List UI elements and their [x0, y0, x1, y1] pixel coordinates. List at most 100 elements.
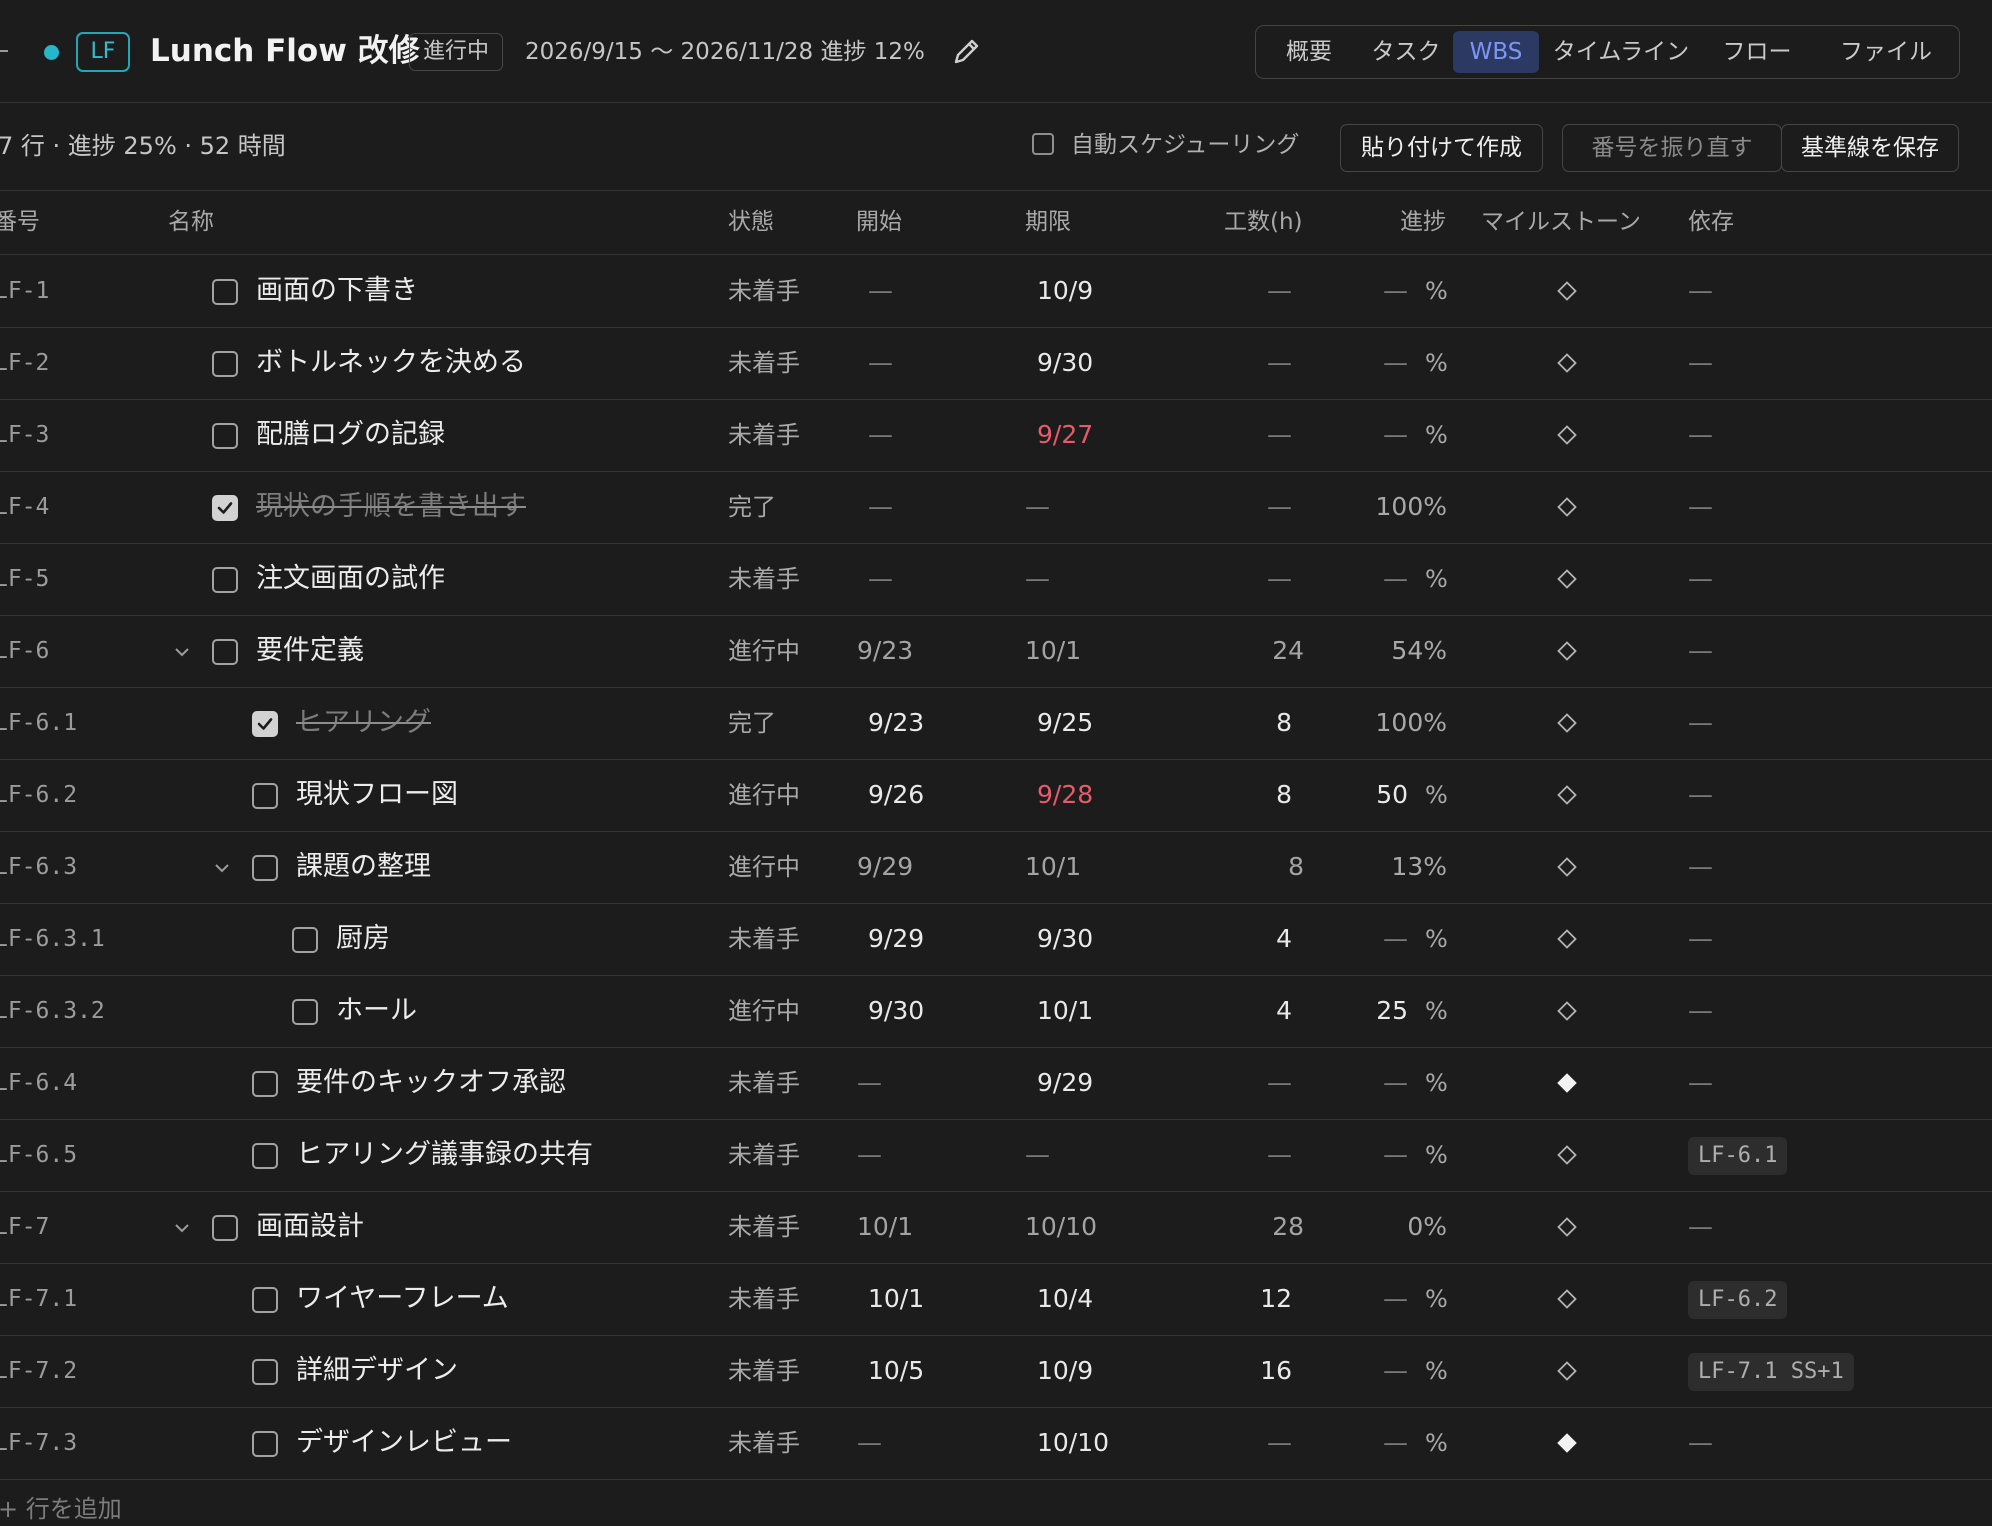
task-start[interactable]: 10/1 [857, 1191, 913, 1263]
task-progress[interactable]: 100% [1350, 687, 1447, 759]
task-deps[interactable]: — [1688, 327, 1713, 399]
task-name[interactable]: 画面設計 [256, 1191, 364, 1263]
milestone-diamond-icon[interactable] [1557, 569, 1577, 589]
milestone-diamond-icon[interactable] [1557, 1433, 1577, 1453]
table-row[interactable]: LF-6 要件定義 進行中 9/23 10/1 24 54% — [0, 615, 1992, 688]
tab-files[interactable]: ファイル [1816, 31, 1956, 73]
task-start[interactable]: — [868, 471, 893, 543]
col-deps[interactable]: 依存 [1688, 190, 1734, 254]
task-status[interactable]: 未着手 [728, 1191, 800, 1263]
task-due[interactable]: — [1025, 543, 1050, 615]
task-due[interactable]: 9/30 [1037, 903, 1093, 975]
task-progress[interactable]: — [1350, 903, 1408, 975]
dependency-chip[interactable]: LF-6.2 [1688, 1281, 1788, 1319]
task-start[interactable]: — [868, 255, 893, 327]
tab-timeline[interactable]: タイムライン [1546, 31, 1696, 73]
task-effort[interactable]: 8 [1244, 831, 1304, 903]
task-status[interactable]: 進行中 [728, 975, 800, 1047]
table-row[interactable]: LF-6.1 ヒアリング 完了 9/23 9/25 8 100% — [0, 687, 1992, 760]
add-row-button[interactable]: + 行を追加 [0, 1492, 122, 1526]
task-progress[interactable]: — [1350, 1335, 1408, 1407]
milestone-diamond-icon[interactable] [1557, 1289, 1577, 1309]
task-progress[interactable]: 54% [1350, 615, 1447, 687]
tab-overview[interactable]: 概要 [1264, 31, 1354, 73]
milestone-diamond-icon[interactable] [1557, 641, 1577, 661]
task-due[interactable]: 9/30 [1037, 327, 1093, 399]
milestone-diamond-icon[interactable] [1557, 281, 1577, 301]
col-status[interactable]: 状態 [728, 190, 774, 254]
col-effort[interactable]: 工数(h) [1224, 190, 1303, 254]
task-status[interactable]: 完了 [728, 687, 776, 759]
task-deps[interactable]: — [1688, 1407, 1713, 1479]
task-status[interactable]: 未着手 [728, 1407, 800, 1479]
task-name[interactable]: ワイヤーフレーム [296, 1263, 509, 1335]
task-checkbox[interactable] [252, 1071, 278, 1097]
task-name[interactable]: 厨房 [336, 903, 390, 975]
col-milestone[interactable]: マイルストーン [1481, 190, 1641, 254]
task-checkbox[interactable] [212, 423, 238, 449]
task-name[interactable]: 課題の整理 [296, 831, 431, 903]
task-due[interactable]: 10/1 [1025, 831, 1081, 903]
task-status[interactable]: 未着手 [728, 1335, 800, 1407]
table-row[interactable]: LF-7.2 詳細デザイン 未着手 10/5 10/9 16 —% LF-7.1 SS+1 [0, 1335, 1992, 1408]
table-row[interactable]: LF-3 配膳ログの記録 未着手 — 9/27 — —% — [0, 399, 1992, 472]
task-name[interactable]: ボトルネックを決める [256, 327, 526, 399]
task-deps[interactable]: — [1688, 543, 1713, 615]
table-row[interactable]: LF-1 画面の下書き 未着手 — 10/9 — —% — [0, 255, 1992, 328]
task-deps[interactable]: — [1688, 1047, 1713, 1119]
project-status-pill[interactable]: 進行中 [409, 33, 504, 71]
task-checkbox[interactable] [212, 639, 238, 665]
task-progress[interactable]: 25 [1350, 975, 1408, 1047]
chevron-down-icon[interactable] [212, 855, 232, 879]
task-effort[interactable]: — [1232, 1119, 1292, 1191]
milestone-diamond-icon[interactable] [1557, 1361, 1577, 1381]
milestone-diamond-icon[interactable] [1557, 713, 1577, 733]
task-name[interactable]: 配膳ログの記録 [256, 399, 445, 471]
task-status[interactable]: 未着手 [728, 1119, 800, 1191]
table-row[interactable]: LF-5 注文画面の試作 未着手 — — — —% — [0, 543, 1992, 616]
task-status[interactable]: 未着手 [728, 327, 800, 399]
table-row[interactable]: LF-6.2 現状フロー図 進行中 9/26 9/28 8 50% — [0, 759, 1992, 832]
task-status[interactable]: 進行中 [728, 759, 800, 831]
task-progress[interactable]: — [1350, 1407, 1408, 1479]
task-progress[interactable]: — [1350, 255, 1408, 327]
tab-tasks[interactable]: タスク [1357, 31, 1455, 73]
task-name[interactable]: ヒアリング議事録の共有 [296, 1119, 593, 1191]
task-status[interactable]: 進行中 [728, 831, 800, 903]
task-effort[interactable]: 4 [1232, 975, 1292, 1047]
auto-schedule-checkbox[interactable] [1032, 133, 1054, 155]
task-effort[interactable]: — [1232, 327, 1292, 399]
task-progress[interactable]: — [1350, 1047, 1408, 1119]
auto-schedule-label[interactable]: 自動スケジューリング [1071, 128, 1299, 162]
task-start[interactable]: 9/23 [868, 687, 924, 759]
task-name[interactable]: 要件定義 [256, 615, 364, 687]
task-deps[interactable]: — [1688, 975, 1713, 1047]
task-progress[interactable]: 13% [1350, 831, 1447, 903]
dependency-chip[interactable]: LF-6.1 [1688, 1137, 1788, 1175]
task-checkbox[interactable] [252, 711, 278, 737]
task-name[interactable]: 詳細デザイン [296, 1335, 458, 1407]
milestone-diamond-icon[interactable] [1557, 497, 1577, 517]
task-effort[interactable]: 12 [1232, 1263, 1292, 1335]
table-row[interactable]: LF-6.3.2 ホール 進行中 9/30 10/1 4 25% — [0, 975, 1992, 1048]
task-progress[interactable]: — [1350, 327, 1408, 399]
table-row[interactable]: LF-7 画面設計 未着手 10/1 10/10 28 0% — [0, 1191, 1992, 1264]
milestone-diamond-icon[interactable] [1557, 1073, 1577, 1093]
col-progress[interactable]: 進捗 [1400, 190, 1446, 254]
task-due[interactable]: 10/9 [1037, 255, 1093, 327]
task-status[interactable]: 完了 [728, 471, 776, 543]
task-name[interactable]: 要件のキックオフ承認 [296, 1047, 566, 1119]
col-due[interactable]: 期限 [1025, 190, 1071, 254]
task-deps[interactable]: — [1688, 471, 1713, 543]
chevron-down-icon[interactable] [172, 639, 192, 663]
task-due[interactable]: 10/1 [1025, 615, 1081, 687]
save-baseline-button[interactable]: 基準線を保存 [1781, 124, 1959, 172]
task-deps[interactable]: — [1688, 687, 1713, 759]
task-progress[interactable]: — [1350, 399, 1408, 471]
task-status[interactable]: 未着手 [728, 903, 800, 975]
task-checkbox[interactable] [252, 1359, 278, 1385]
task-progress[interactable]: — [1350, 543, 1408, 615]
task-checkbox[interactable] [252, 1287, 278, 1313]
table-row[interactable]: LF-4 現状の手順を書き出す 完了 — — — 100% — [0, 471, 1992, 544]
task-effort[interactable]: — [1232, 255, 1292, 327]
